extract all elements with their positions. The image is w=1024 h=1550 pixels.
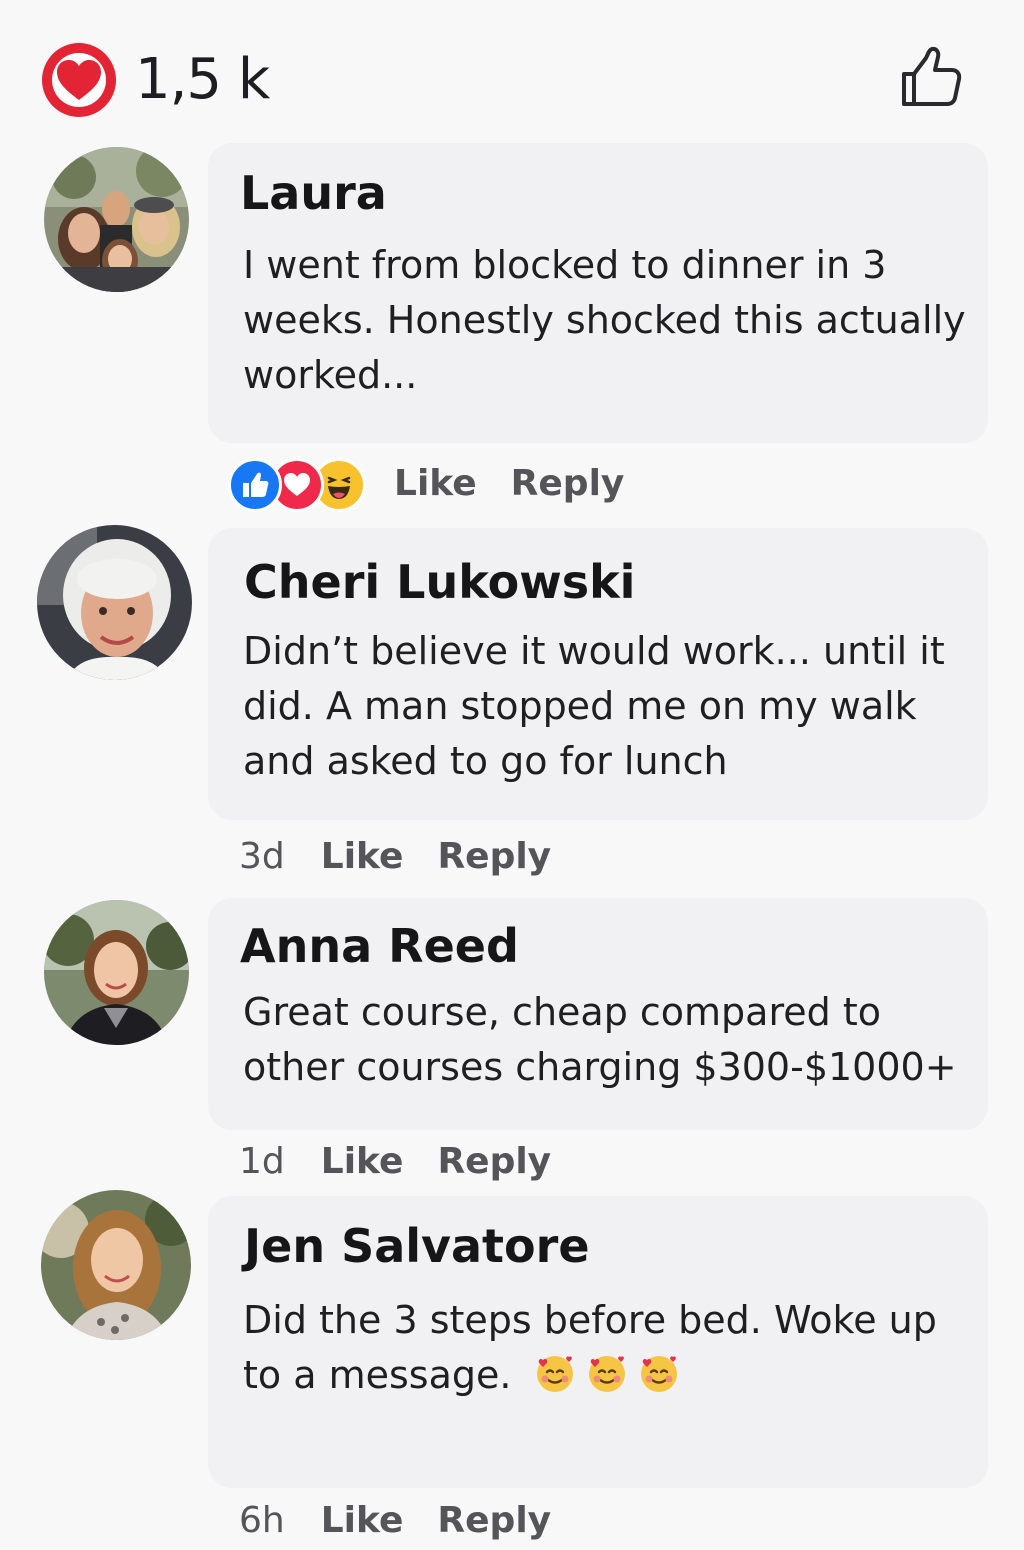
comment-author[interactable]: Laura: [240, 165, 387, 221]
comment-author[interactable]: Cheri Lukowski: [244, 554, 635, 610]
smiling-face-with-hearts-icon: [536, 1356, 573, 1392]
like-button[interactable]: Like: [394, 463, 477, 504]
comment-actions: Like Reply: [228, 453, 658, 513]
comment-author[interactable]: Jen Salvatore: [244, 1218, 590, 1274]
avatar[interactable]: [37, 525, 192, 680]
comment-actions: 3d Like Reply: [228, 826, 585, 886]
reaction-summary[interactable]: [228, 458, 366, 512]
comment-text: Did the 3 steps before bed. Woke up to a…: [243, 1293, 973, 1403]
smiling-face-with-hearts-icon: [588, 1356, 625, 1392]
reaction-count[interactable]: 1,5 k: [135, 48, 270, 112]
thumbs-up-icon[interactable]: [896, 44, 964, 116]
comment-timestamp: 1d: [239, 1140, 285, 1182]
smiling-face-with-hearts-icon: [640, 1356, 677, 1392]
comment-author[interactable]: Anna Reed: [240, 918, 519, 974]
like-button[interactable]: Like: [321, 1500, 404, 1541]
heart-icon[interactable]: [42, 43, 116, 117]
avatar[interactable]: [44, 147, 189, 292]
reply-button[interactable]: Reply: [437, 836, 551, 877]
reactions-header: 1,5 k: [0, 0, 1024, 150]
comment-text: Great course, cheap compared to other co…: [243, 990, 957, 1089]
reply-button[interactable]: Reply: [437, 1500, 551, 1541]
comment-actions: 1d Like Reply: [228, 1131, 585, 1191]
reply-button[interactable]: Reply: [437, 1141, 551, 1182]
comment-timestamp: 3d: [239, 835, 285, 877]
comment-text: I went from blocked to dinner in 3 weeks…: [243, 243, 966, 397]
like-icon: [228, 458, 282, 512]
comment-actions: 6h Like Reply: [228, 1490, 585, 1550]
comment-timestamp: 6h: [239, 1499, 285, 1541]
comment-text: Didn’t believe it would work... until it…: [243, 629, 945, 783]
reply-button[interactable]: Reply: [511, 463, 625, 504]
like-button[interactable]: Like: [321, 836, 404, 877]
like-button[interactable]: Like: [321, 1141, 404, 1182]
avatar[interactable]: [44, 900, 189, 1045]
avatar[interactable]: [41, 1190, 191, 1340]
